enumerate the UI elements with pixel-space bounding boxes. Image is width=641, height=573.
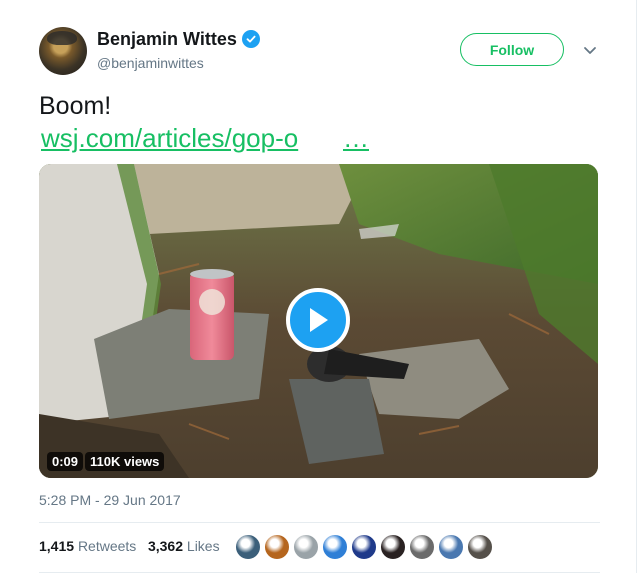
video-views-badge: 110K views: [85, 452, 165, 471]
likes-count: 3,362: [147, 538, 184, 554]
tweet-timestamp[interactable]: 5:28 PM - 29 Jun 2017: [39, 492, 181, 508]
tweet-text: Boom!: [39, 92, 112, 120]
likes-stat[interactable]: 3,362 Likes: [148, 538, 220, 554]
author-display-name[interactable]: Benjamin Wittes: [97, 29, 237, 50]
liker-avatar-9[interactable]: [467, 534, 493, 560]
retweets-label: Retweets: [77, 538, 137, 554]
retweets-count: 1,415: [39, 538, 75, 554]
liker-avatar-8[interactable]: [438, 534, 464, 560]
play-icon: [310, 308, 328, 332]
play-button[interactable]: [286, 288, 350, 352]
liker-avatar-5[interactable]: [351, 534, 377, 560]
liker-avatar-7[interactable]: [409, 534, 435, 560]
follow-button[interactable]: Follow: [460, 33, 564, 66]
liker-avatar-3[interactable]: [293, 534, 319, 560]
liker-avatar-4[interactable]: [322, 534, 348, 560]
chevron-down-icon[interactable]: [581, 44, 599, 58]
liker-avatar-6[interactable]: [380, 534, 406, 560]
verified-badge-icon: [242, 30, 260, 48]
video-player[interactable]: 0:09 110K views: [39, 164, 598, 478]
tweet-stats: 1,415 Retweets 3,362 Likes: [39, 538, 220, 554]
liker-avatar-2[interactable]: [264, 534, 290, 560]
author-handle[interactable]: @benjaminwittes: [97, 55, 204, 71]
video-duration-badge: 0:09: [47, 452, 84, 471]
likes-label: Likes: [186, 538, 220, 554]
right-border: [636, 0, 637, 573]
author-avatar[interactable]: [39, 27, 87, 75]
liker-avatar-1[interactable]: [235, 534, 261, 560]
divider-top: [39, 522, 600, 523]
retweets-stat[interactable]: 1,415 Retweets: [39, 538, 136, 554]
tweet-link-ellipsis[interactable]: …: [343, 123, 369, 154]
tweet-link[interactable]: wsj.com/articles/gop-o: [41, 123, 298, 154]
